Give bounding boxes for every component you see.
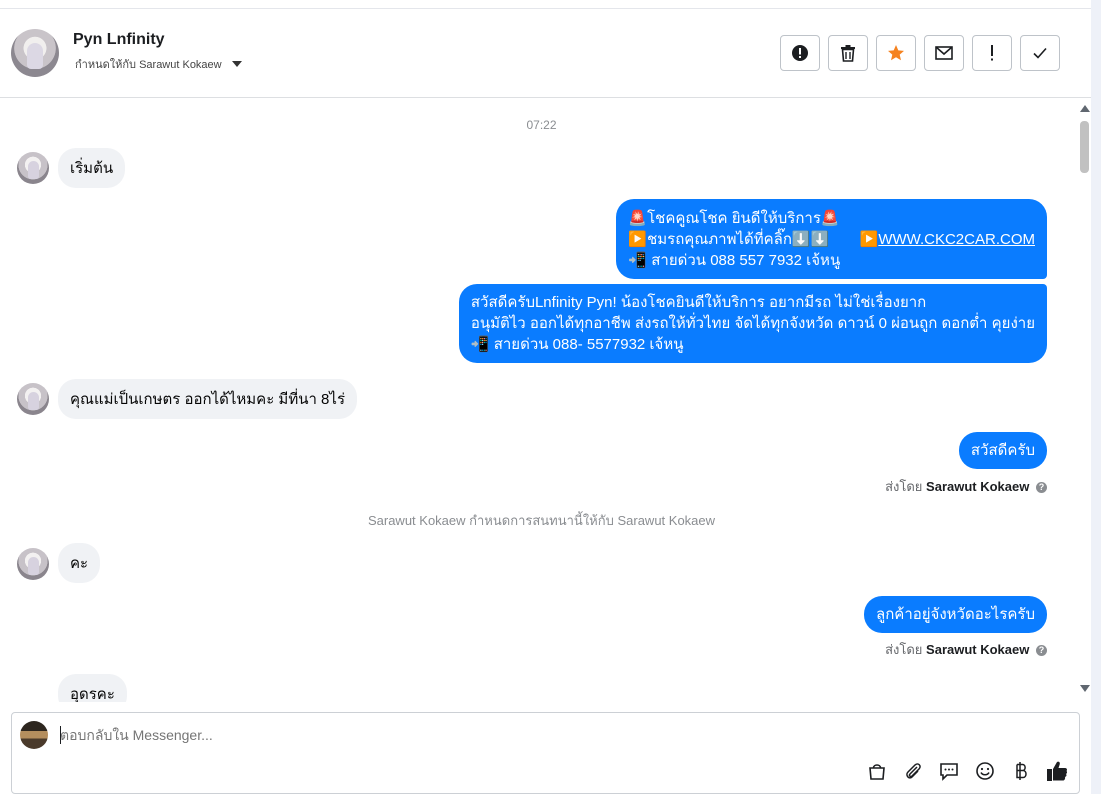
emoji-button[interactable]: [973, 759, 997, 783]
outgoing-message: สวัสดีครับ: [958, 432, 1047, 469]
delete-button[interactable]: [828, 35, 868, 71]
like-button[interactable]: [1045, 759, 1069, 783]
website-link[interactable]: WWW.CKC2CAR.COM: [878, 231, 1035, 248]
contact-name[interactable]: Pyn Lnfinity: [73, 31, 165, 49]
help-icon[interactable]: ?: [1036, 482, 1047, 493]
attach-button[interactable]: [901, 759, 925, 783]
payment-button[interactable]: [1009, 759, 1033, 783]
message-timestamp: 07:22: [526, 118, 557, 132]
star-button[interactable]: [876, 35, 916, 71]
exclamation-icon: [991, 45, 993, 61]
incoming-message: คุณแม่เป็นเกษตร ออกได้ไหมคะ มีที่นา 8ไร่: [58, 379, 357, 419]
sent-by-name: Sarawut Kokaew: [926, 642, 1030, 657]
saved-replies-button[interactable]: [937, 759, 961, 783]
incoming-message: คะ: [58, 543, 101, 583]
star-icon: [888, 45, 904, 61]
scrollbar-thumb[interactable]: [1080, 121, 1089, 173]
message-line: อนุมัติไว ออกได้ทุกอาชีพ ส่งรถให้ทั่วไทย…: [470, 315, 1035, 332]
contact-avatar[interactable]: [11, 29, 59, 77]
incoming-message: เริ่มต้น: [58, 148, 126, 188]
contact-avatar-small: [17, 548, 49, 580]
shop-button[interactable]: [865, 759, 889, 783]
scroll-up-arrow[interactable]: [1080, 105, 1090, 112]
alert-circle-icon: [792, 45, 808, 61]
contact-avatar-small: [17, 383, 49, 415]
assign-label: กำหนดให้กับ Sarawut Kokaew: [75, 59, 222, 71]
action-toolbar: [780, 35, 1060, 71]
system-note: Sarawut Kokaew กำหนดการสนทนานี้ให้กับ Sa…: [367, 513, 716, 528]
inbox-conversation-panel: Pyn Lnfinity กำหนดให้กับ Sarawut Kokaew: [0, 0, 1101, 794]
window-edge: [1091, 0, 1101, 794]
sent-by-label: ส่งโดย Sarawut Kokaew ?: [885, 476, 1047, 497]
chevron-down-icon: [231, 61, 242, 67]
incoming-message: อุดรคะ: [58, 674, 127, 702]
sent-by-name: Sarawut Kokaew: [926, 479, 1030, 494]
shopping-bag-icon: [869, 764, 885, 780]
sent-by-prefix: ส่งโดย: [885, 642, 923, 657]
trash-icon: [841, 45, 855, 62]
message-line: สวัสดีครับLnfinity Pyn! น้องโชคยินดีให้บ…: [470, 294, 927, 311]
smiley-icon: [976, 762, 994, 780]
reply-composer: [11, 712, 1080, 794]
play-icon: ▶️: [859, 231, 879, 248]
contact-avatar-small: [17, 152, 49, 184]
message-list[interactable]: 07:22 เริ่มต้น 🚨โชคคูณโชค ยินดีให้บริการ…: [0, 98, 1077, 702]
message-line: 📲 สายด่วน 088- 5577932 เจ้หนู: [470, 336, 684, 353]
message-line: 🚨โชคคูณโชค ยินดีให้บริการ🚨: [628, 210, 840, 227]
paperclip-icon: [906, 763, 921, 779]
mark-unread-button[interactable]: [924, 35, 964, 71]
composer-tools: [865, 759, 1069, 783]
outgoing-message: ลูกค้าอยู่จังหวัดอะไรครับ: [864, 596, 1047, 633]
follow-up-button[interactable]: [972, 35, 1012, 71]
thumbs-up-icon: [1047, 761, 1068, 781]
sent-by-prefix: ส่งโดย: [885, 479, 923, 494]
reply-input[interactable]: [60, 727, 840, 743]
spam-button[interactable]: [780, 35, 820, 71]
sent-by-label: ส่งโดย Sarawut Kokaew ?: [885, 639, 1047, 660]
outgoing-message: 🚨โชคคูณโชค ยินดีให้บริการ🚨 ▶️ชมรถคุณภาพไ…: [616, 199, 1047, 279]
assign-dropdown[interactable]: กำหนดให้กับ Sarawut Kokaew: [75, 55, 242, 73]
envelope-icon: [935, 46, 953, 60]
baht-icon: [1016, 762, 1027, 780]
help-icon[interactable]: ?: [1036, 645, 1047, 656]
message-line: 📲 สายด่วน 088 557 7932 เจ้หนู: [628, 252, 841, 269]
chat-bubble-icon: [940, 763, 958, 781]
outgoing-message: สวัสดีครับLnfinity Pyn! น้องโชคยินดีให้บ…: [458, 284, 1047, 363]
check-icon: [1033, 47, 1047, 59]
conversation-header: Pyn Lnfinity กำหนดให้กับ Sarawut Kokaew: [0, 9, 1091, 98]
done-button[interactable]: [1020, 35, 1060, 71]
message-text: ▶️ชมรถคุณภาพได้ที่คลิ๊ก⬇️⬇️: [628, 231, 830, 248]
page-avatar: [20, 721, 48, 749]
scroll-down-arrow[interactable]: [1080, 685, 1090, 692]
message-line: ▶️ชมรถคุณภาพได้ที่คลิ๊ก⬇️⬇️ ▶️WWW.CKC2CA…: [628, 229, 1035, 250]
